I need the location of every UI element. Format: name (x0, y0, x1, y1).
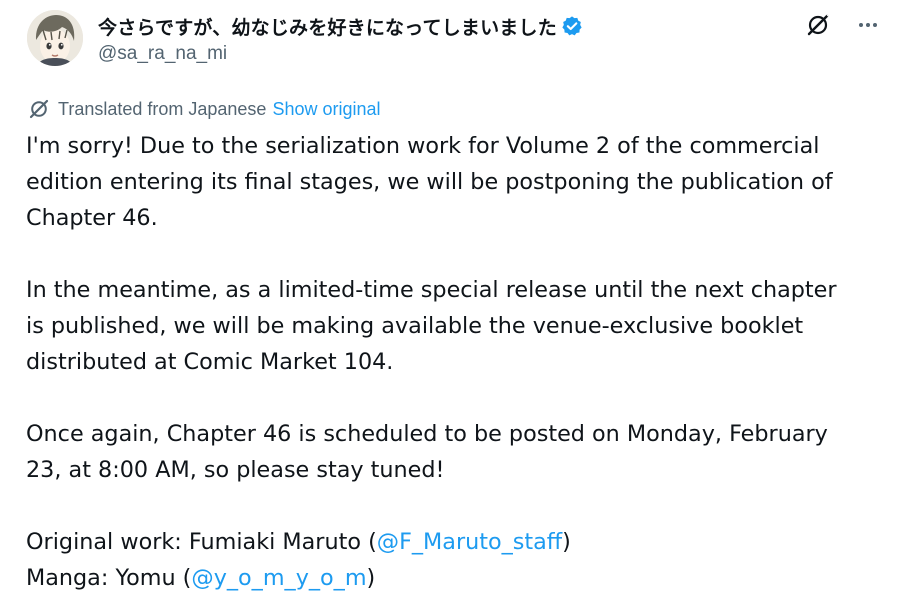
author-name-row: 今さらですが、幼なじみを好きになってしまいました (98, 12, 583, 40)
tweet-paragraph: In the meantime, as a limited-time speci… (26, 272, 886, 380)
tweet-line: Once again, Chapter 46 is scheduled to b… (26, 421, 828, 447)
tweet-credits: Original work: Fumiaki Maruto (@F_Maruto… (26, 524, 886, 596)
tweet-paragraph: I'm sorry! Due to the serialization work… (26, 128, 886, 236)
original-work-credit: Original work: Fumiaki Maruto (@F_Maruto… (26, 524, 886, 560)
original-work-suffix: ) (562, 529, 571, 555)
grok-icon[interactable] (803, 10, 833, 40)
manga-prefix: Manga: Yomu ( (26, 565, 192, 591)
tweet-line: is published, we will be making availabl… (26, 313, 804, 339)
author-display-name[interactable]: 今さらですが、幼なじみを好きになってしまいました (98, 13, 557, 40)
tweet-line: 23, at 8:00 AM, so please stay tuned! (26, 457, 445, 483)
avatar[interactable] (27, 10, 83, 66)
tweet-line: In the meantime, as a limited-time speci… (26, 277, 837, 303)
tweet-top-actions (803, 10, 883, 40)
tweet-line: Chapter 46. (26, 205, 158, 231)
avatar-illustration (27, 10, 83, 66)
mention-link-f-maruto-staff[interactable]: @F_Maruto_staff (377, 529, 562, 555)
tweet-text: I'm sorry! Due to the serialization work… (26, 128, 886, 596)
show-original-link[interactable]: Show original (272, 99, 380, 120)
author-handle[interactable]: @sa_ra_na_mi (98, 43, 227, 65)
more-options-icon[interactable] (853, 10, 883, 40)
manga-suffix: ) (366, 565, 376, 591)
tweet-line: I'm sorry! Due to the serialization work… (26, 133, 820, 159)
manga-credit: Manga: Yomu (@y_o_m_y_o_m) (26, 560, 886, 596)
grok-translate-icon (28, 98, 50, 120)
translated-from-label: Translated from Japanese (58, 98, 267, 119)
verified-badge-icon[interactable] (561, 15, 583, 37)
translation-notice: Translated from Japanese Show original (28, 98, 381, 120)
tweet-line: distributed at Comic Market 104. (26, 349, 394, 375)
tweet-paragraph: Once again, Chapter 46 is scheduled to b… (26, 416, 886, 488)
original-work-prefix: Original work: Fumiaki Maruto ( (26, 529, 377, 555)
tweet-line: edition entering its final stages, we wi… (26, 169, 833, 195)
mention-link-y-o-m-y-o-m[interactable]: @y_o_m_y_o_m (191, 565, 366, 591)
